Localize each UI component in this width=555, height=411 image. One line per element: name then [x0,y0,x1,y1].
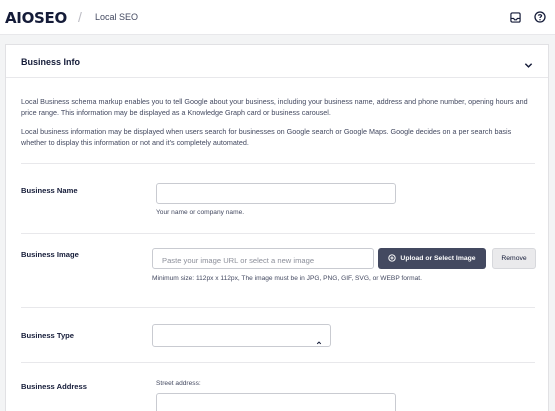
panel-description: Local Business schema markup enables you… [21,97,528,117]
breadcrumb-separator: / [78,9,82,25]
upload-image-button[interactable]: Upload or Select Image [378,248,486,269]
logo-text: AIOSEO [5,9,67,27]
business-address-label: Business Address [21,382,87,391]
divider [21,233,535,234]
divider [21,362,535,363]
business-name-input[interactable] [156,183,396,204]
business-name-help: Your name or company name. [156,209,245,216]
chevron-down-icon[interactable] [524,57,533,75]
business-name-label: Business Name [21,186,78,195]
business-image-help: Minimum size: 112px x 112px, The image m… [152,275,422,282]
aioseo-logo: AIOSEO [5,9,67,27]
divider [21,163,535,164]
panel-title: Business Info [21,57,81,67]
plus-circle-icon [388,253,397,264]
street-address-label: Street address: [156,380,201,387]
street-address-input[interactable] [156,393,396,411]
panel-description-secondary: Local business information may be displa… [21,127,512,147]
top-bar: AIOSEO / Local SEO [0,0,555,35]
business-type-select[interactable] [152,324,331,347]
panel-header[interactable]: Business Info [6,45,548,78]
business-type-label: Business Type [21,331,75,340]
business-info-panel: Business Info Local Business schema mark… [5,44,549,411]
breadcrumb: Local SEO [95,12,139,22]
help-icon[interactable] [532,9,548,25]
upload-image-label: Upload or Select Image [400,255,476,262]
divider [21,307,535,308]
chevron-up-icon [316,333,322,351]
inbox-icon[interactable] [507,9,523,25]
business-image-url-input[interactable]: Paste your image URL or select a new ima… [152,248,374,269]
business-image-label: Business Image [21,250,79,259]
remove-image-button[interactable]: Remove [492,248,536,269]
